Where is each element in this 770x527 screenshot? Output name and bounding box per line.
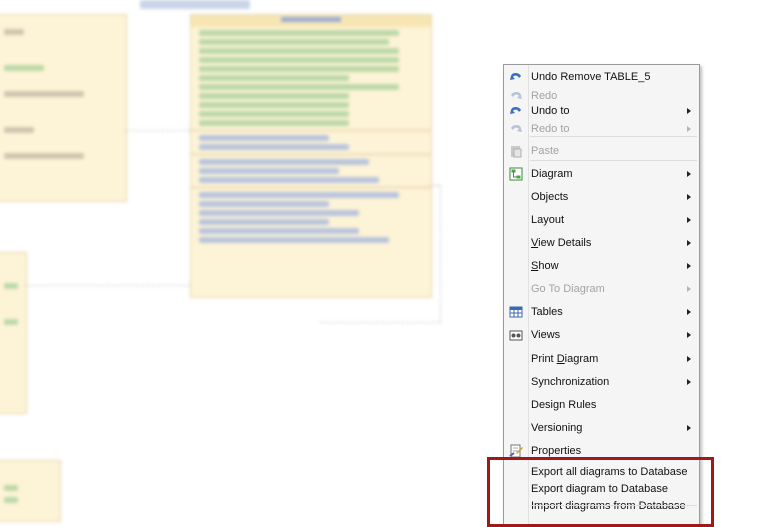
menu-item-label: Layout [531, 214, 565, 226]
undo-icon [509, 104, 523, 118]
diagram-table-left-bottom[interactable] [0, 460, 61, 522]
menu-item-design-rules[interactable]: Design Rules [504, 395, 699, 415]
menu-item-view-details[interactable]: View Details [504, 233, 699, 253]
menu-item-label: Objects [531, 191, 569, 203]
menu-item-label: Show [531, 260, 559, 272]
relationship-line [440, 185, 441, 322]
diagram-canvas[interactable] [0, 0, 480, 522]
menu-item-label: Print Diagram [531, 353, 599, 365]
menu-item-undo-remove-table-5[interactable]: Undo Remove TABLE_5 [504, 67, 699, 87]
diagram-icon [509, 167, 523, 181]
table-icon [509, 305, 523, 319]
submenu-arrow-icon [687, 171, 691, 177]
submenu-arrow-icon [687, 286, 691, 292]
menu-item-tables[interactable]: Tables [504, 302, 699, 322]
submenu-arrow-icon [687, 332, 691, 338]
submenu-arrow-icon [687, 379, 691, 385]
menu-item-objects[interactable]: Objects [504, 187, 699, 207]
diagram-table-left-top[interactable] [0, 14, 127, 202]
diagram-title-bar [140, 0, 250, 9]
menu-separator [530, 136, 697, 137]
paste-icon [509, 144, 523, 158]
menu-item-versioning[interactable]: Versioning [504, 418, 699, 438]
submenu-arrow-icon [687, 217, 691, 223]
submenu-arrow-icon [687, 356, 691, 362]
menu-item-label: Undo to [531, 105, 570, 117]
menu-separator [530, 160, 697, 161]
highlight-box [487, 457, 714, 527]
menu-item-show[interactable]: Show [504, 256, 699, 276]
relationship-line [320, 322, 440, 323]
menu-item-go-to-diagram[interactable]: Go To Diagram [504, 279, 699, 299]
menu-item-label: Undo Remove TABLE_5 [531, 71, 651, 83]
menu-item-label: Views [531, 329, 561, 341]
diagram-table-left-mid[interactable] [0, 252, 27, 414]
menu-item-label: Diagram [531, 168, 573, 180]
menu-item-synchronization[interactable]: Synchronization [504, 372, 699, 392]
menu-item-undo-to[interactable]: Undo to [504, 101, 699, 121]
menu-item-label: Design Rules [531, 399, 597, 411]
submenu-arrow-icon [687, 126, 691, 132]
menu-item-diagram[interactable]: Diagram [504, 164, 699, 184]
undo-icon [509, 70, 523, 84]
redo-icon [509, 122, 523, 136]
relationship-line [25, 285, 190, 286]
menu-item-label: Synchronization [531, 376, 610, 388]
menu-item-label: Versioning [531, 422, 583, 434]
relationship-line [430, 185, 440, 186]
submenu-arrow-icon [687, 309, 691, 315]
menu-item-label: Paste [531, 145, 560, 157]
properties-icon [509, 444, 523, 458]
menu-item-label: Tables [531, 306, 563, 318]
menu-item-print-diagram[interactable]: Print Diagram [504, 349, 699, 369]
menu-item-views[interactable]: Views [504, 325, 699, 345]
submenu-arrow-icon [687, 194, 691, 200]
menu-item-label: Go To Diagram [531, 283, 605, 295]
submenu-arrow-icon [687, 108, 691, 114]
submenu-arrow-icon [687, 263, 691, 269]
menu-item-layout[interactable]: Layout [504, 210, 699, 230]
views-icon [509, 328, 523, 342]
menu-item-label: View Details [531, 237, 592, 249]
relationship-line [125, 130, 190, 131]
diagram-table-employees[interactable] [190, 14, 432, 298]
submenu-arrow-icon [687, 425, 691, 431]
menu-item-paste[interactable]: Paste [504, 141, 699, 161]
submenu-arrow-icon [687, 240, 691, 246]
